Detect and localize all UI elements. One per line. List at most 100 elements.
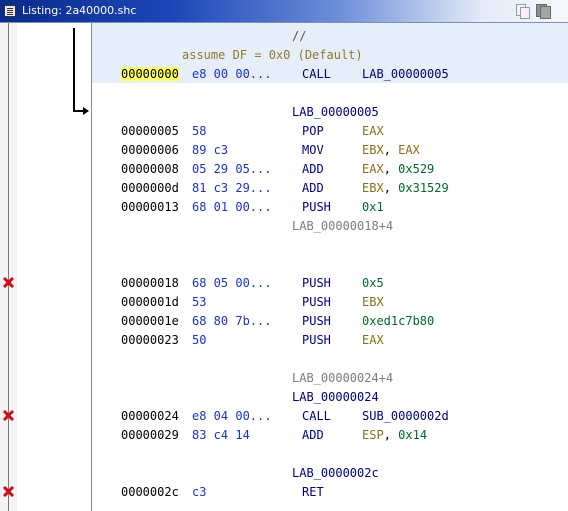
instruction-mnemonic[interactable]: POP (302, 124, 324, 138)
instruction-address[interactable]: 00000029 (121, 428, 179, 442)
scalar-operand[interactable]: 0x529 (398, 162, 434, 176)
instruction-row[interactable]: 00000005 (121, 122, 179, 141)
instruction-row[interactable]: 00000029 (121, 426, 179, 445)
register-operand[interactable]: EAX (362, 333, 384, 347)
instruction-mnemonic-cell[interactable]: ADD (302, 426, 324, 445)
instruction-row[interactable]: 00000024 (121, 407, 179, 426)
instruction-mnemonic-cell[interactable]: CALL (302, 407, 331, 426)
instruction-bytes-cell: 68 01 00... (192, 198, 271, 217)
scalar-operand[interactable]: 0xed1c7b80 (362, 314, 434, 328)
instruction-mnemonic-cell[interactable]: PUSH (302, 293, 331, 312)
register-operand[interactable]: EBX (362, 143, 384, 157)
register-operand[interactable]: EAX (362, 124, 384, 138)
instruction-row[interactable]: 00000018 (121, 274, 179, 293)
register-operand[interactable]: ESP (362, 428, 384, 442)
scalar-operand[interactable]: 0x14 (398, 428, 427, 442)
instruction-address[interactable]: 0000001e (121, 314, 179, 328)
instruction-mnemonic[interactable]: CALL (302, 67, 331, 81)
instruction-operand-cell[interactable]: EAX (362, 331, 384, 350)
instruction-address[interactable]: 00000005 (121, 124, 179, 138)
instruction-operand-label[interactable]: LAB_00000005 (362, 67, 449, 81)
listing-icon (4, 5, 16, 17)
scalar-operand[interactable]: 0x5 (362, 276, 384, 290)
scalar-operand[interactable]: 0x31529 (398, 181, 449, 195)
instruction-operand-cell[interactable]: SUB_0000002d (362, 407, 449, 426)
instruction-row[interactable]: 00000023 (121, 331, 179, 350)
instruction-address[interactable]: 0000001d (121, 295, 179, 309)
instruction-mnemonic-cell[interactable]: MOV (302, 141, 324, 160)
instruction-mnemonic-cell[interactable]: ADD (302, 160, 324, 179)
instruction-mnemonic-cell[interactable]: ADD (302, 179, 324, 198)
instruction-address[interactable]: 00000006 (121, 143, 179, 157)
label-line[interactable]: LAB_00000005 (292, 103, 379, 122)
instruction-operand-cell[interactable]: EBX, EAX (362, 141, 420, 160)
snapshot-icon[interactable] (536, 4, 551, 19)
instruction-row[interactable]: 00000013 (121, 198, 179, 217)
register-operand[interactable]: EBX (362, 295, 384, 309)
register-operand[interactable]: EAX (362, 162, 384, 176)
instruction-operand-cell[interactable]: 0x5 (362, 274, 384, 293)
instruction-address[interactable]: 0000002c (121, 485, 179, 499)
instruction-row[interactable]: 00000006 (121, 141, 179, 160)
code-label[interactable]: LAB_00000005 (292, 105, 379, 119)
instruction-operand-cell[interactable]: EAX, 0x529 (362, 160, 434, 179)
instruction-mnemonic[interactable]: PUSH (302, 333, 331, 347)
instruction-operand-cell[interactable]: 0xed1c7b80 (362, 312, 434, 331)
instruction-operand-cell[interactable]: LAB_00000005 (362, 65, 449, 84)
copy-icon[interactable] (516, 4, 530, 19)
instruction-mnemonic-cell[interactable]: CALL (302, 65, 331, 84)
instruction-address[interactable]: 0000000d (121, 181, 179, 195)
register-operand[interactable]: EBX (362, 181, 384, 195)
label-line[interactable]: LAB_00000024 (292, 388, 379, 407)
instruction-row[interactable]: 0000001d (121, 293, 179, 312)
instruction-address[interactable]: 00000023 (121, 333, 179, 347)
comment-line[interactable]: // (292, 27, 306, 46)
instruction-address[interactable]: 00000024 (121, 409, 179, 423)
instruction-mnemonic[interactable]: RET (302, 485, 324, 499)
xref-line[interactable]: LAB_00000018+4 (292, 217, 393, 236)
xref-label[interactable]: LAB_00000024+4 (292, 371, 393, 385)
instruction-mnemonic-cell[interactable]: PUSH (302, 331, 331, 350)
error-x-icon[interactable] (2, 409, 15, 422)
instruction-row[interactable]: 0000002c (121, 483, 179, 502)
instruction-mnemonic-cell[interactable]: POP (302, 122, 324, 141)
error-x-icon[interactable] (2, 485, 15, 498)
instruction-mnemonic[interactable]: PUSH (302, 295, 331, 309)
instruction-address[interactable]: 00000018 (121, 276, 179, 290)
instruction-mnemonic-cell[interactable]: RET (302, 483, 324, 502)
instruction-mnemonic-cell[interactable]: PUSH (302, 274, 331, 293)
flow-arrow-area[interactable] (17, 23, 91, 511)
instruction-mnemonic[interactable]: PUSH (302, 276, 331, 290)
instruction-mnemonic[interactable]: MOV (302, 143, 324, 157)
instruction-mnemonic[interactable]: CALL (302, 409, 331, 423)
instruction-address[interactable]: 00000000 (121, 67, 179, 81)
instruction-operand-cell[interactable]: 0x1 (362, 198, 384, 217)
instruction-row[interactable]: 0000001e (121, 312, 179, 331)
xref-label[interactable]: LAB_00000018+4 (292, 219, 393, 233)
instruction-operand-cell[interactable]: EAX (362, 122, 384, 141)
instruction-mnemonic[interactable]: PUSH (302, 314, 331, 328)
xref-line[interactable]: LAB_00000024+4 (292, 369, 393, 388)
assume-line[interactable]: assume DF = 0x0 (Default) (182, 46, 363, 65)
instruction-mnemonic[interactable]: ADD (302, 428, 324, 442)
instruction-mnemonic[interactable]: PUSH (302, 200, 331, 214)
instruction-operand-cell[interactable]: EBX (362, 293, 384, 312)
instruction-row[interactable]: 00000000 (121, 65, 179, 84)
instruction-mnemonic[interactable]: ADD (302, 162, 324, 176)
instruction-operand-cell[interactable]: ESP, 0x14 (362, 426, 427, 445)
error-x-icon[interactable] (2, 276, 15, 289)
register-operand[interactable]: EAX (398, 143, 420, 157)
instruction-mnemonic-cell[interactable]: PUSH (302, 312, 331, 331)
instruction-mnemonic[interactable]: ADD (302, 181, 324, 195)
instruction-address[interactable]: 00000008 (121, 162, 179, 176)
instruction-row[interactable]: 0000000d (121, 179, 179, 198)
scalar-operand[interactable]: 0x1 (362, 200, 384, 214)
code-label[interactable]: LAB_00000024 (292, 390, 379, 404)
code-label[interactable]: LAB_0000002c (292, 466, 379, 480)
instruction-address[interactable]: 00000013 (121, 200, 179, 214)
instruction-mnemonic-cell[interactable]: PUSH (302, 198, 331, 217)
instruction-row[interactable]: 00000008 (121, 160, 179, 179)
instruction-operand-label[interactable]: SUB_0000002d (362, 409, 449, 423)
label-line[interactable]: LAB_0000002c (292, 464, 379, 483)
instruction-operand-cell[interactable]: EBX, 0x31529 (362, 179, 449, 198)
